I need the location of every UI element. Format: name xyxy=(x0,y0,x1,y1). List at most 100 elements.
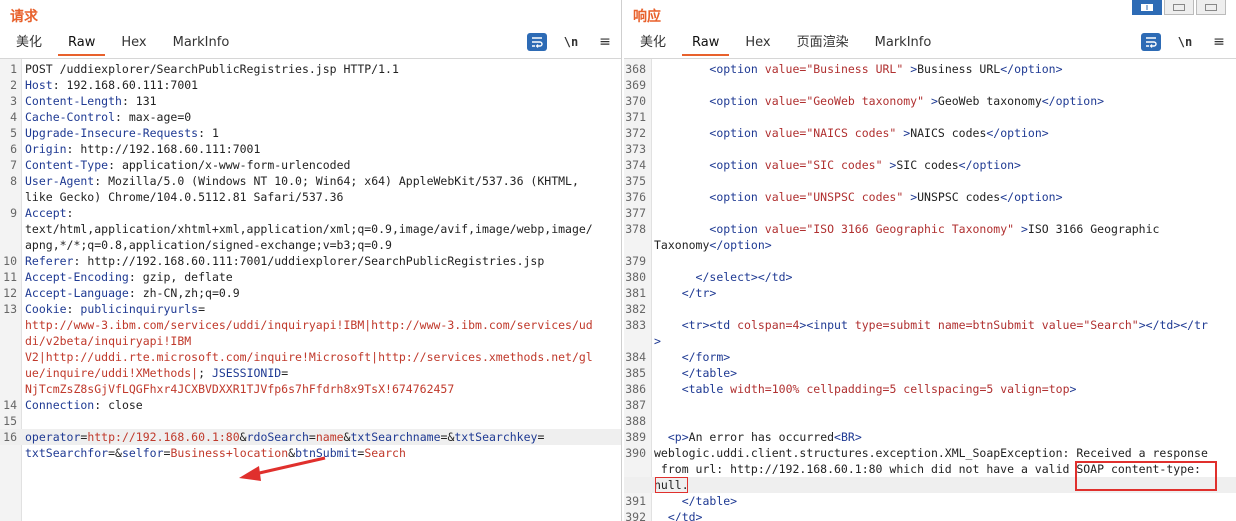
request-editor[interactable]: 1 POST /uddiexplorer/SearchPublicRegistri… xyxy=(0,58,621,521)
code-line: 6 Origin: http://192.168.60.111:7001 xyxy=(0,141,621,157)
html-attr: cellpadding= xyxy=(806,382,890,396)
line-number: 391 xyxy=(625,494,646,508)
response-pane: 响应 美化 Raw Hex 页面渲染 MarkInfo \n ≡ 368 <op… xyxy=(624,0,1236,521)
code-line: 381 </tr> xyxy=(624,285,1236,301)
line-text: Content-Length: 131 xyxy=(25,93,157,109)
newline-toggle-icon[interactable]: \n xyxy=(1175,33,1195,51)
line-text: </table> xyxy=(654,493,737,509)
response-tab-hex[interactable]: Hex xyxy=(735,34,780,56)
line-text: NjTcmZsZ8sGjVfLQGFhxr4JCXBVDXXR1TJVfp6s7… xyxy=(25,381,454,397)
highlight-box xyxy=(655,477,688,493)
line-number: 4 xyxy=(10,110,17,124)
param-name: rdoSearch xyxy=(246,430,309,444)
header-name: Cache-Control xyxy=(25,110,116,124)
html-tag: </option> xyxy=(709,238,772,252)
wrap-lines-icon[interactable] xyxy=(527,33,547,51)
header-name: Origin xyxy=(25,142,67,156)
request-tab-hex[interactable]: Hex xyxy=(111,34,156,56)
response-tab-render[interactable]: 页面渲染 xyxy=(787,34,859,56)
wrap-lines-icon[interactable] xyxy=(1141,33,1161,51)
html-tag: </option> xyxy=(1041,94,1105,108)
line-number: 371 xyxy=(625,110,646,124)
response-tab-pretty[interactable]: 美化 xyxy=(630,34,676,56)
html-tag: > xyxy=(1069,382,1077,396)
response-editor[interactable]: 368 <option value="Business URL" >Busine… xyxy=(624,58,1236,521)
code-line: 1 POST /uddiexplorer/SearchPublicRegistri… xyxy=(0,61,621,77)
code-line: 374 <option value="SIC codes" >SIC codes… xyxy=(624,157,1236,173)
line-number: 12 xyxy=(3,286,17,300)
code-line: 2 Host: 192.168.60.111:7001 xyxy=(0,77,621,93)
response-code[interactable]: 368 <option value="Business URL" >Busine… xyxy=(624,61,1236,521)
header-value: : 131 xyxy=(121,94,157,108)
line-number: 10 xyxy=(3,254,17,268)
layout-tabs-icon[interactable] xyxy=(1196,0,1226,15)
line-text: </td> xyxy=(654,509,703,521)
html-value: "Search" xyxy=(1083,318,1139,332)
line-number: 369 xyxy=(625,78,646,92)
html-tag: <option xyxy=(709,94,765,108)
html-attr: colspan= xyxy=(737,318,793,332)
html-text: UNSPSC codes xyxy=(917,190,1001,204)
code-line: 15 xyxy=(0,413,621,429)
line-text: Connection: close xyxy=(25,397,143,413)
line-number: 15 xyxy=(3,414,17,428)
request-tab-raw[interactable]: Raw xyxy=(58,34,106,56)
html-tag: <table xyxy=(681,382,731,396)
header-value: apng,*/*;q=0.8,application/signed-exchan… xyxy=(25,238,392,252)
param-name: txtSearchfor xyxy=(25,446,109,460)
html-text: Business URL xyxy=(917,62,1001,76)
line-text: Cache-Control: max-age=0 xyxy=(25,109,191,125)
line-text: </tr> xyxy=(654,285,717,301)
separator: & xyxy=(115,446,122,460)
html-text: Taxonomy xyxy=(654,238,710,252)
html-tag: </option> xyxy=(1000,62,1063,76)
html-tag: > xyxy=(896,126,911,140)
html-attr: value= xyxy=(764,158,807,172)
newline-toggle-icon[interactable]: \n xyxy=(561,33,581,51)
menu-icon[interactable]: ≡ xyxy=(1209,33,1229,51)
line-number: 379 xyxy=(625,254,646,268)
header-value: : Mozilla/5.0 (Windows NT 10.0; Win64; x… xyxy=(94,174,579,188)
html-attr: value= xyxy=(764,62,807,76)
header-name: User-Agent xyxy=(25,174,95,188)
code-line: 368 <option value="Business URL" >Busine… xyxy=(624,61,1236,77)
response-tab-raw[interactable]: Raw xyxy=(682,34,730,56)
request-tab-markinfo[interactable]: MarkInfo xyxy=(163,34,240,56)
html-value: 100% xyxy=(771,382,807,396)
separator: = xyxy=(198,302,206,316)
layout-horizontal-icon[interactable] xyxy=(1164,0,1194,15)
code-line: ue/inquire/uddi!XMethods|; JSESSIONID= xyxy=(0,365,621,381)
code-line: 4 Cache-Control: max-age=0 xyxy=(0,109,621,125)
header-value: : http://192.168.60.111:7001 xyxy=(66,142,261,156)
menu-icon[interactable]: ≡ xyxy=(595,33,615,51)
code-line: 369 xyxy=(624,77,1236,93)
header-value: : zh-CN,zh;q=0.9 xyxy=(128,286,240,300)
request-code[interactable]: 1 POST /uddiexplorer/SearchPublicRegistri… xyxy=(0,61,621,521)
header-name: Accept xyxy=(25,206,67,220)
request-tab-pretty[interactable]: 美化 xyxy=(6,34,52,56)
line-text: Upgrade-Insecure-Requests: 1 xyxy=(25,125,219,141)
response-tab-markinfo[interactable]: MarkInfo xyxy=(865,34,942,56)
code-line: 370 <option value="GeoWeb taxonomy" >Geo… xyxy=(624,93,1236,109)
html-value: "GeoWeb taxonomy" xyxy=(806,94,925,108)
line-text: V2|http://uddi.rte.microsoft.com/inquire… xyxy=(25,349,593,365)
header-name: Referer xyxy=(25,254,74,268)
html-text: weblogic.uddi.client.structures.exceptio… xyxy=(654,446,1208,460)
line-text: ue/inquire/uddi!XMethods|; JSESSIONID= xyxy=(25,365,288,381)
html-attr: type= xyxy=(854,318,890,332)
layout-split-icon[interactable] xyxy=(1132,0,1162,15)
request-toolbar: \n ≡ xyxy=(527,33,621,51)
header-name: Host xyxy=(25,78,53,92)
line-text: <table width=100% cellpadding=5 cellspac… xyxy=(654,381,1077,397)
line-text: </select></td> xyxy=(654,269,793,285)
line-text: Accept: xyxy=(25,205,73,221)
code-line: like Gecko) Chrome/104.0.5112.81 Safari/… xyxy=(0,189,621,205)
